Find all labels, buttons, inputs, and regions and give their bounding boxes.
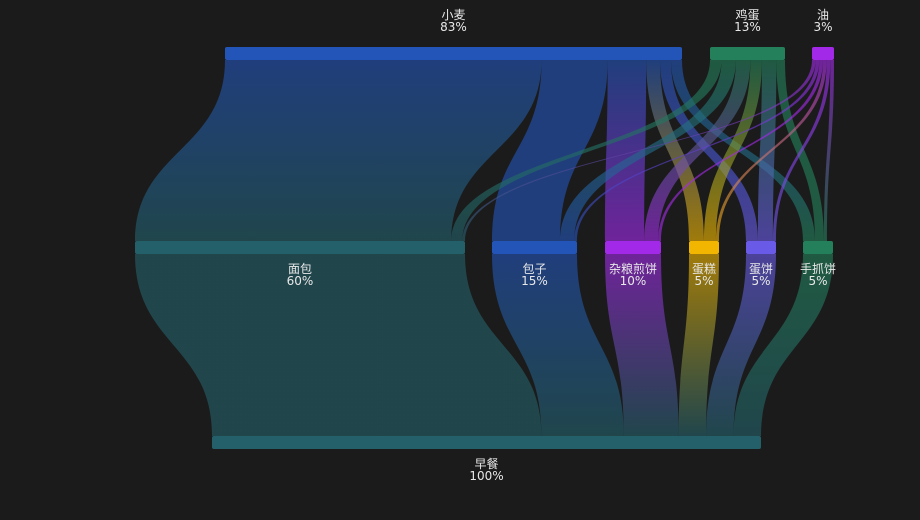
label-wheat-percent: 83% — [440, 20, 467, 34]
link-wheat-bread — [135, 60, 542, 241]
node-egg[interactable] — [710, 47, 785, 60]
sankey-chart: 小麦83%鸡蛋13%油3%面包60%包子15%杂粮煎饼10%蛋糕5%蛋饼5%手抓… — [135, 7, 836, 483]
node-eggcake[interactable] — [746, 241, 776, 254]
label-baozi-percent: 15% — [521, 274, 548, 288]
label-oil-percent: 3% — [813, 20, 832, 34]
node-cake[interactable] — [689, 241, 719, 254]
label-bread-percent: 60% — [287, 274, 314, 288]
node-breakfast[interactable] — [212, 436, 761, 449]
label-egg-percent: 13% — [734, 20, 761, 34]
label-eggcake-percent: 5% — [751, 274, 770, 288]
node-baozi[interactable] — [492, 241, 577, 254]
label-breakfast-percent: 100% — [469, 469, 503, 483]
label-cake-percent: 5% — [694, 274, 713, 288]
node-jianbing[interactable] — [605, 241, 661, 254]
node-bread[interactable] — [135, 241, 465, 254]
link-bread-breakfast — [135, 254, 542, 436]
label-jianbing-percent: 10% — [620, 274, 647, 288]
node-oil[interactable] — [812, 47, 834, 60]
label-shouzhuabing-percent: 5% — [808, 274, 827, 288]
node-wheat[interactable] — [225, 47, 682, 60]
node-shouzhuabing[interactable] — [803, 241, 833, 254]
link-egg-eggcake — [758, 60, 777, 241]
